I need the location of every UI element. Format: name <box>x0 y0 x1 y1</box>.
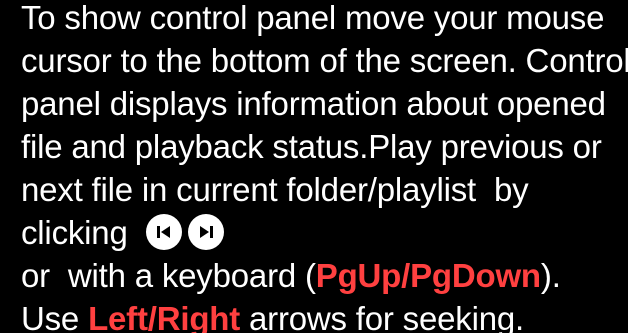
help-text: To show control panel move your mouse cu… <box>21 0 628 333</box>
help-panel: To show control panel move your mouse cu… <box>0 0 628 333</box>
help-line-2: cursor to the bottom of the screen. Cont… <box>21 42 628 79</box>
skip-previous-icon <box>156 226 170 239</box>
skip-next-icon <box>199 226 213 239</box>
seek-suffix: arrows for seeking. <box>240 300 524 333</box>
help-line-clicking: clicking <box>21 211 626 254</box>
help-line-4: file and playback status.Play previous o… <box>21 128 602 165</box>
help-line-seek: Use Left/Right arrows for seeking. <box>21 297 626 333</box>
keyboard-suffix: ). <box>540 257 561 294</box>
help-line-keyboard: or with a keyboard (PgUp/PgDown). <box>21 254 626 297</box>
help-line-1: To show control panel move your mouse <box>21 0 605 36</box>
help-line-5: next file in current folder/playlist by <box>21 171 529 208</box>
previous-button[interactable] <box>145 214 182 251</box>
keyboard-prefix: or with a keyboard ( <box>21 257 316 294</box>
keyboard-keys-highlight: PgUp/PgDown <box>315 257 541 294</box>
help-line-3: panel displays information about opened <box>21 85 606 122</box>
clicking-label: clicking <box>21 214 128 251</box>
seek-keys-highlight: Left/Right <box>88 300 241 333</box>
next-button[interactable] <box>187 214 224 251</box>
seek-prefix: Use <box>21 300 89 333</box>
